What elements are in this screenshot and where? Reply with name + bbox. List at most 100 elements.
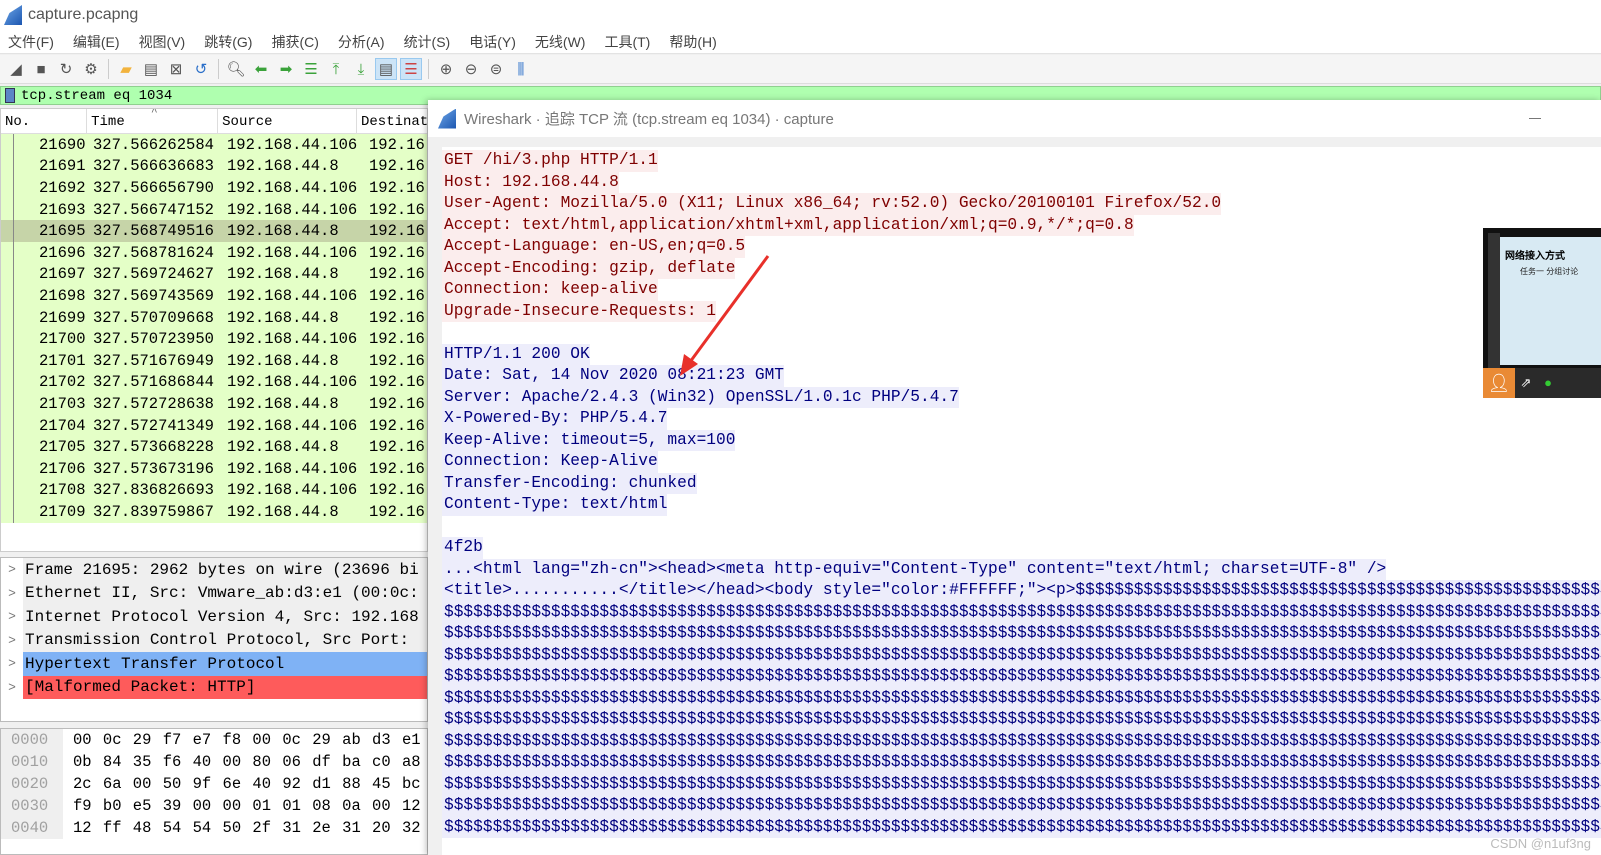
detail-http[interactable]: > Hypertext Transfer Protocol: [1, 652, 427, 676]
menu-capture[interactable]: 捕获(C): [271, 32, 318, 52]
go-first-icon[interactable]: ⤒: [325, 58, 347, 80]
menu-tools[interactable]: 工具(T): [604, 32, 650, 52]
colorize-icon[interactable]: ☰: [400, 58, 422, 80]
packet-details[interactable]: > Frame 21695: 2962 bytes on wire (23696 …: [0, 557, 428, 722]
expand-chevron-icon[interactable]: >: [1, 633, 23, 648]
menu-view[interactable]: 视图(V): [139, 32, 186, 52]
packet-row[interactable]: 21698 327.569743569 192.168.44.106 192.16: [1, 285, 427, 307]
packet-time: 327.568749516: [93, 222, 214, 241]
start-capture-icon[interactable]: ◢: [5, 58, 27, 80]
go-last-icon[interactable]: ⤓: [350, 58, 372, 80]
go-back-icon[interactable]: ⬅: [250, 58, 272, 80]
detail-frame[interactable]: > Frame 21695: 2962 bytes on wire (23696 …: [1, 558, 427, 582]
packet-list-header: No. Time Source Destinat ^: [1, 109, 427, 134]
expand-chevron-icon[interactable]: >: [1, 656, 23, 671]
packet-row[interactable]: 21704 327.572741349 192.168.44.106 192.16: [1, 414, 427, 437]
packet-row[interactable]: 21706 327.573673196 192.168.44.106 192.16: [1, 457, 427, 480]
reload-file-icon[interactable]: ↺: [190, 58, 212, 80]
packet-row[interactable]: 21693 327.566747152 192.168.44.106 192.16: [1, 198, 427, 221]
packet-row[interactable]: 21691 327.566636683 192.168.44.8 192.16: [1, 155, 427, 178]
autoscroll-icon[interactable]: ▤: [375, 58, 397, 80]
server-body-line: $$$$$$$$$$$$$$$$$$$$$$$$$$$$$$$$$$$$$$$$…: [442, 773, 1601, 795]
menu-analyze[interactable]: 分析(A): [338, 32, 385, 52]
column-destination[interactable]: Destinat: [357, 109, 427, 133]
packet-src: 192.168.44.8: [227, 308, 339, 327]
menu-help[interactable]: 帮助(H): [669, 32, 716, 52]
go-to-packet-icon[interactable]: ☰: [300, 58, 322, 80]
server-line: HTTP/1.1 200 OK: [442, 343, 590, 365]
packet-row[interactable]: 21696 327.568781624 192.168.44.106 192.16: [1, 241, 427, 264]
client-line: User-Agent: Mozilla/5.0 (X11; Linux x86_…: [442, 193, 1222, 215]
packet-row[interactable]: 21690 327.566262584 192.168.44.106 192.16: [1, 134, 427, 156]
expand-chevron-icon[interactable]: >: [1, 680, 23, 695]
bookmark-icon[interactable]: [5, 88, 15, 103]
packet-row[interactable]: 21697 327.569724627 192.168.44.8 192.16: [1, 263, 427, 286]
packet-time: 327.569743569: [93, 286, 214, 305]
video-call-overlay[interactable]: 网络接入方式 任务一 分组讨论 👤︎ ⇗ ●: [1483, 228, 1601, 398]
packet-no: 21699: [39, 308, 86, 327]
detail-malformed[interactable]: > [Malformed Packet: HTTP]: [1, 675, 427, 699]
share-screen-icon[interactable]: ⇗: [1515, 368, 1537, 398]
menu-file[interactable]: 文件(F): [8, 32, 54, 52]
menu-edit[interactable]: 编辑(E): [73, 32, 120, 52]
display-filter-input[interactable]: tcp.stream eq 1034: [21, 88, 172, 104]
packet-row[interactable]: 21699 327.570709668 192.168.44.8 192.16: [1, 306, 427, 329]
restart-capture-icon[interactable]: ↻: [55, 58, 77, 80]
packet-row[interactable]: 21701 327.571676949 192.168.44.8 192.16: [1, 349, 427, 372]
packet-dst: 192.16: [369, 459, 425, 478]
zoom-out-icon[interactable]: ⊖: [460, 58, 482, 80]
detail-tcp[interactable]: > Transmission Control Protocol, Src Port…: [1, 628, 427, 652]
menu-go[interactable]: 跳转(G): [204, 32, 252, 52]
column-no[interactable]: No.: [1, 109, 88, 133]
minimize-icon[interactable]: [1529, 118, 1541, 119]
packet-row[interactable]: 21705 327.573668228 192.168.44.8 192.16: [1, 436, 427, 458]
menu-wireless[interactable]: 无线(W): [535, 32, 586, 52]
save-file-icon[interactable]: ▤: [140, 58, 162, 80]
packet-row[interactable]: 21702 327.571686844 192.168.44.106 192.16: [1, 371, 427, 394]
title-bar: capture.pcapng: [0, 0, 1601, 30]
capture-options-icon[interactable]: ⚙: [80, 58, 102, 80]
packet-row[interactable]: 21692 327.566656790 192.168.44.106 192.16: [1, 177, 427, 199]
packet-row[interactable]: 21703 327.572728638 192.168.44.8 192.16: [1, 393, 427, 415]
overlay-sidebar: [1488, 233, 1500, 368]
menu-statistics[interactable]: 统计(S): [404, 32, 451, 52]
expand-chevron-icon[interactable]: >: [1, 562, 23, 577]
expand-chevron-icon[interactable]: >: [1, 609, 23, 624]
open-file-icon[interactable]: ▰: [115, 58, 137, 80]
packet-time: 327.569724627: [93, 265, 214, 284]
detail-ethernet[interactable]: > Ethernet II, Src: Vmware_ab:d3:e1 (00:0…: [1, 581, 427, 605]
packet-src: 192.168.44.8: [227, 502, 339, 521]
packet-list[interactable]: No. Time Source Destinat ^ 21690 327.5662…: [0, 108, 428, 552]
column-source[interactable]: Source: [218, 109, 357, 133]
packet-dst: 192.16: [369, 438, 425, 457]
user-icon[interactable]: 👤︎: [1483, 368, 1515, 398]
server-body-line: $$$$$$$$$$$$$$$$$$$$$$$$$$$$$$$$$$$$$$$$…: [442, 623, 1601, 645]
microphone-icon[interactable]: ●: [1537, 368, 1559, 398]
main-toolbar: ◢ ■ ↻ ⚙ ▰ ▤ ⊠ ↺ 🔍︎ ⬅ ➡ ☰ ⤒ ⤓ ▤ ☰ ⊕ ⊖ ⊜ ⫼: [0, 55, 1601, 84]
find-packet-icon[interactable]: 🔍︎: [225, 58, 247, 80]
packet-row[interactable]: 21695 327.568749516 192.168.44.8 192.16: [1, 220, 427, 242]
go-forward-icon[interactable]: ➡: [275, 58, 297, 80]
close-file-icon[interactable]: ⊠: [165, 58, 187, 80]
bytes-row: 0030 f9 b0 e5 39 00 00 01 01 08 0a 00 12: [1, 795, 427, 817]
stop-capture-icon[interactable]: ■: [30, 58, 52, 80]
packet-no: 21708: [39, 481, 86, 500]
resize-columns-icon[interactable]: ⫼: [510, 58, 532, 80]
packet-dst: 192.16: [369, 265, 425, 284]
packet-row[interactable]: 21708 327.836826693 192.168.44.106 192.16: [1, 479, 427, 502]
packet-no: 21702: [39, 373, 86, 392]
packet-row[interactable]: 21709 327.839759867 192.168.44.8 192.16: [1, 501, 427, 523]
stream-content[interactable]: GET /hi/3.php HTTP/1.1 Host: 192.168.44.8…: [442, 147, 1601, 855]
zoom-in-icon[interactable]: ⊕: [435, 58, 457, 80]
packet-row[interactable]: 21700 327.570723950 192.168.44.106 192.16: [1, 328, 427, 350]
packet-bytes[interactable]: 0000 00 0c 29 f7 e7 f8 00 0c 29 ab d3 e1 …: [0, 728, 428, 855]
zoom-reset-icon[interactable]: ⊜: [485, 58, 507, 80]
packet-dst: 192.16: [369, 308, 425, 327]
menu-telephony[interactable]: 电话(Y): [469, 32, 516, 52]
expand-chevron-icon[interactable]: >: [1, 586, 23, 601]
detail-ip[interactable]: > Internet Protocol Version 4, Src: 192.1…: [1, 605, 427, 629]
packet-no: 21690: [39, 135, 86, 154]
packet-time: 327.573668228: [93, 438, 214, 457]
conversation-bracket: [13, 241, 14, 264]
server-line: X-Powered-By: PHP/5.4.7: [442, 408, 668, 430]
